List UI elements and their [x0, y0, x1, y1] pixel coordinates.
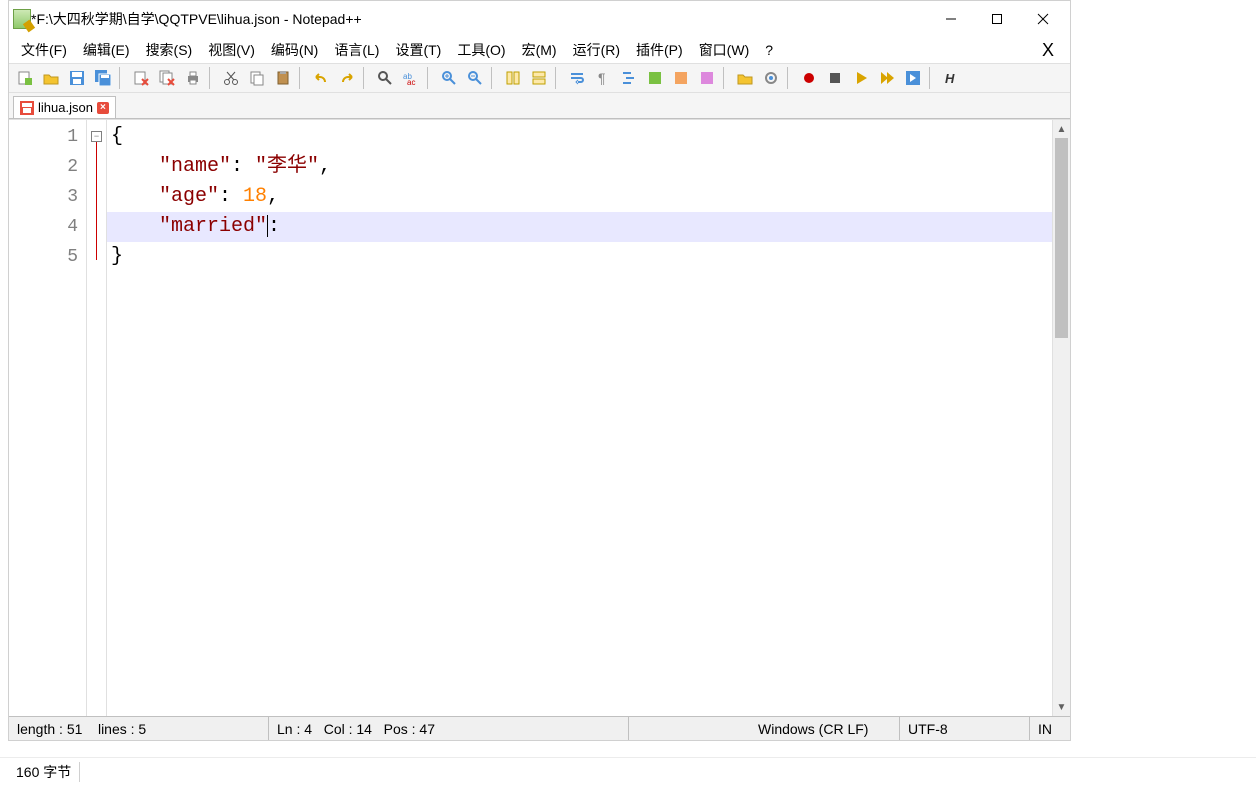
menu-search[interactable]: 搜索(S) — [140, 37, 199, 63]
menu-encoding[interactable]: 编码(N) — [265, 37, 324, 63]
toolbar: abac ¶ H — [9, 63, 1070, 93]
menu-macro[interactable]: 宏(M) — [516, 37, 563, 63]
line-number: 1 — [9, 122, 78, 152]
svg-text:¶: ¶ — [598, 70, 606, 86]
show-all-chars-button[interactable]: ¶ — [591, 66, 615, 90]
line-number: 4 — [9, 212, 78, 242]
status-length: length : 51 lines : 5 — [9, 717, 269, 740]
vertical-scrollbar[interactable]: ▲ ▼ — [1052, 120, 1070, 716]
editor: 1 2 3 4 5 − { "name": "李华", "age": 18, "… — [9, 119, 1070, 716]
scroll-thumb[interactable] — [1055, 138, 1068, 338]
code-line: } — [107, 242, 1052, 272]
undo-button[interactable] — [309, 66, 333, 90]
save-all-button[interactable] — [91, 66, 115, 90]
line-number: 3 — [9, 182, 78, 212]
menu-view[interactable]: 视图(V) — [202, 37, 261, 63]
folder-button[interactable] — [733, 66, 757, 90]
save-button[interactable] — [65, 66, 89, 90]
menu-language[interactable]: 语言(L) — [328, 37, 385, 63]
code-line-current: "married": — [107, 212, 1052, 242]
fold-column: − — [87, 120, 107, 716]
menubar-close-button[interactable]: X — [1032, 40, 1064, 61]
code-area[interactable]: { "name": "李华", "age": 18, "married": } — [107, 120, 1052, 716]
scroll-up-button[interactable]: ▲ — [1053, 120, 1070, 138]
status-eol[interactable]: Windows (CR LF) — [750, 717, 900, 740]
app-icon — [13, 9, 31, 29]
line-number-gutter: 1 2 3 4 5 — [9, 120, 87, 716]
tab-bar: lihua.json × — [9, 93, 1070, 119]
save-macro-button[interactable] — [901, 66, 925, 90]
scroll-track[interactable] — [1053, 138, 1070, 698]
new-file-button[interactable] — [13, 66, 37, 90]
svg-text:ac: ac — [407, 78, 415, 86]
window-title: *F:\大四秋学期\自学\QQTPVE\lihua.json - Notepad… — [31, 9, 362, 29]
status-position: Ln : 4 Col : 14 Pos : 47 — [269, 717, 629, 740]
host-status-bar: 160 字节 — [0, 757, 1256, 785]
close-all-button[interactable] — [155, 66, 179, 90]
zoom-out-button[interactable] — [463, 66, 487, 90]
menu-window[interactable]: 窗口(W) — [693, 37, 756, 63]
indent-guide-button[interactable] — [617, 66, 641, 90]
cut-button[interactable] — [219, 66, 243, 90]
titlebar: *F:\大四秋学期\自学\QQTPVE\lihua.json - Notepad… — [9, 1, 1070, 37]
wordwrap-button[interactable] — [565, 66, 589, 90]
window-controls — [928, 4, 1066, 34]
find-button[interactable] — [373, 66, 397, 90]
doc-map-button[interactable] — [669, 66, 693, 90]
stop-macro-button[interactable] — [823, 66, 847, 90]
svg-text:H: H — [945, 71, 955, 86]
replace-button[interactable]: abac — [399, 66, 423, 90]
status-encoding[interactable]: UTF-8 — [900, 717, 1030, 740]
open-file-button[interactable] — [39, 66, 63, 90]
scroll-down-button[interactable]: ▼ — [1053, 698, 1070, 716]
status-insert-mode[interactable]: IN — [1030, 717, 1070, 740]
menu-run[interactable]: 运行(R) — [567, 37, 626, 63]
close-file-button[interactable] — [129, 66, 153, 90]
menu-tools[interactable]: 工具(O) — [451, 37, 511, 63]
menu-help[interactable]: ? — [759, 39, 779, 61]
fold-toggle-icon[interactable]: − — [91, 131, 102, 142]
notepadpp-window: *F:\大四秋学期\自学\QQTPVE\lihua.json - Notepad… — [8, 0, 1071, 741]
record-macro-button[interactable] — [797, 66, 821, 90]
menu-settings[interactable]: 设置(T) — [389, 37, 447, 63]
copy-button[interactable] — [245, 66, 269, 90]
line-number: 2 — [9, 152, 78, 182]
sync-v-button[interactable] — [501, 66, 525, 90]
function-list-button[interactable] — [695, 66, 719, 90]
minimize-button[interactable] — [928, 4, 974, 34]
close-window-button[interactable] — [1020, 4, 1066, 34]
zoom-in-button[interactable] — [437, 66, 461, 90]
tab-close-button[interactable]: × — [97, 102, 109, 114]
code-line: "age": 18, — [107, 182, 1052, 212]
host-bytes: 160 字节 — [16, 762, 71, 782]
menu-file[interactable]: 文件(F) — [15, 37, 73, 63]
code-line: { — [107, 122, 1052, 152]
play-macro-button[interactable] — [849, 66, 873, 90]
file-tab[interactable]: lihua.json × — [13, 96, 116, 118]
maximize-button[interactable] — [974, 4, 1020, 34]
h-icon-button[interactable]: H — [939, 66, 963, 90]
redo-button[interactable] — [335, 66, 359, 90]
menubar: 文件(F) 编辑(E) 搜索(S) 视图(V) 编码(N) 语言(L) 设置(T… — [9, 37, 1070, 63]
menu-edit[interactable]: 编辑(E) — [77, 37, 136, 63]
line-number: 5 — [9, 242, 78, 272]
tab-filename: lihua.json — [38, 100, 93, 115]
unsaved-icon — [20, 101, 34, 115]
print-button[interactable] — [181, 66, 205, 90]
sync-h-button[interactable] — [527, 66, 551, 90]
paste-button[interactable] — [271, 66, 295, 90]
fold-guide — [96, 142, 97, 260]
code-line: "name": "李华", — [107, 152, 1052, 182]
menu-plugins[interactable]: 插件(P) — [630, 37, 689, 63]
monitor-button[interactable] — [759, 66, 783, 90]
user-lang-button[interactable] — [643, 66, 667, 90]
play-multi-button[interactable] — [875, 66, 899, 90]
status-bar: length : 51 lines : 5 Ln : 4 Col : 14 Po… — [9, 716, 1070, 740]
